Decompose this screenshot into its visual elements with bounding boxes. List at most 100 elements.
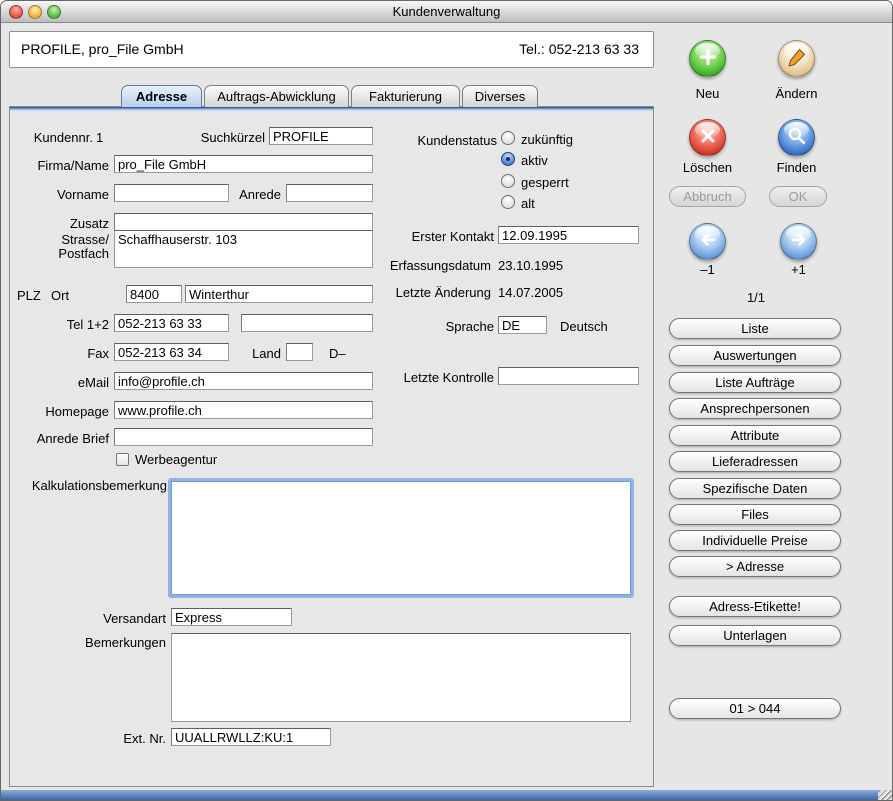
kundennr-value: 1	[96, 130, 103, 145]
zusatz-label: Zusatz	[27, 216, 109, 231]
tel1-input[interactable]	[114, 314, 229, 332]
werbeagentur-label: Werbeagentur	[135, 452, 217, 467]
land-prefix-value: D–	[329, 346, 346, 361]
range-button[interactable]: 01 > 044	[669, 698, 841, 719]
sprache-label: Sprache	[409, 319, 494, 334]
window-title: Kundenverwaltung	[393, 4, 501, 19]
anrede-input[interactable]	[286, 184, 373, 202]
close-button[interactable]	[9, 5, 23, 19]
letzte-kontrolle-label: Letzte Kontrolle	[391, 370, 494, 385]
bemerkungen-input[interactable]	[171, 633, 631, 722]
tab-diverses[interactable]: Diverses	[462, 85, 538, 107]
previous-record-button[interactable]	[689, 223, 726, 260]
aendern-label: Ändern	[766, 86, 827, 101]
abbruch-button[interactable]: Abbruch	[669, 186, 746, 207]
sidebar-button-ansprechpersonen[interactable]: Ansprechpersonen	[669, 398, 841, 419]
tel-label: Tel 1+2	[27, 317, 109, 332]
firma-input[interactable]	[114, 155, 373, 173]
vorname-label: Vorname	[27, 187, 109, 202]
werbeagentur-checkbox[interactable]	[116, 453, 129, 466]
ext-nr-input[interactable]	[171, 728, 331, 746]
sidebar-button-individuelle-preise[interactable]: Individuelle Preise	[669, 530, 841, 551]
unterlagen-button[interactable]: Unterlagen	[669, 625, 841, 646]
homepage-input[interactable]	[114, 401, 373, 419]
title-bar: Kundenverwaltung	[1, 1, 892, 23]
record-count: 1/1	[701, 290, 811, 305]
sidebar-button-spezifische-daten[interactable]: Spezifische Daten	[669, 478, 841, 499]
loeschen-label: Löschen	[677, 160, 738, 175]
strasse-label-line2: Postfach	[27, 247, 109, 261]
sidebar-button-adresse[interactable]: > Adresse	[669, 556, 841, 577]
erster-kontakt-input[interactable]	[498, 226, 639, 244]
next-label: +1	[768, 262, 829, 277]
pencil-icon	[787, 47, 807, 70]
radio-alt[interactable]	[501, 195, 515, 209]
strasse-label-line1: Strasse/	[27, 233, 109, 247]
sprache-name-value: Deutsch	[560, 319, 608, 334]
ort-input[interactable]	[185, 285, 373, 303]
aendern-button[interactable]	[778, 40, 815, 77]
radio-gesperrt-label: gesperrt	[521, 175, 569, 190]
anrede-label: Anrede	[235, 187, 281, 202]
record-phone: Tel.: 052-213 63 33	[519, 32, 639, 67]
letzte-aenderung-label: Letzte Änderung	[379, 285, 491, 300]
tab-adresse[interactable]: Adresse	[121, 85, 202, 107]
adress-etikette-button[interactable]: Adress-Etikette!	[669, 596, 841, 617]
plz-input[interactable]	[126, 285, 182, 303]
letzte-aenderung-value: 14.07.2005	[498, 285, 563, 300]
radio-zukuenftig[interactable]	[501, 131, 515, 145]
tel2-input[interactable]	[241, 314, 373, 332]
next-record-button[interactable]	[780, 223, 817, 260]
versandart-label: Versandart	[89, 611, 166, 626]
radio-gesperrt[interactable]	[501, 174, 515, 188]
x-icon	[698, 126, 718, 149]
arrow-right-icon	[789, 230, 809, 253]
sidebar-button-lieferadressen[interactable]: Lieferadressen	[669, 451, 841, 472]
kundenverwaltung-window: Kundenverwaltung PROFILE, pro_File GmbH …	[0, 0, 893, 801]
suchkuerzel-input[interactable]	[269, 127, 373, 145]
ort-label: Ort	[51, 288, 69, 303]
sidebar-button-liste-auftraege[interactable]: Liste Aufträge	[669, 372, 841, 393]
vorname-input[interactable]	[114, 184, 229, 202]
zoom-button[interactable]	[47, 5, 61, 19]
letzte-kontrolle-input[interactable]	[498, 367, 639, 385]
tab-fakturierung[interactable]: Fakturierung	[351, 85, 460, 107]
radio-zukuenftig-label: zukünftig	[521, 132, 573, 147]
arrow-left-icon	[698, 230, 718, 253]
firma-label: Firma/Name	[27, 158, 109, 173]
plz-label: PLZ	[17, 288, 41, 303]
finden-button[interactable]	[778, 119, 815, 156]
tab-auftrags-abwicklung[interactable]: Auftrags-Abwicklung	[204, 85, 349, 107]
fax-label: Fax	[27, 346, 109, 361]
neu-button[interactable]	[689, 40, 726, 77]
strasse-input[interactable]: Schaffhauserstr. 103	[114, 230, 373, 268]
loeschen-button[interactable]	[689, 119, 726, 156]
erster-kontakt-label: Erster Kontakt	[399, 229, 494, 244]
prev-label: –1	[677, 262, 738, 277]
email-label: eMail	[27, 375, 109, 390]
anrede-brief-input[interactable]	[114, 428, 373, 446]
ok-button[interactable]: OK	[769, 186, 827, 207]
minimize-button[interactable]	[28, 5, 42, 19]
versandart-input[interactable]	[171, 608, 292, 626]
kalkulationsbemerkung-label: Kalkulationsbemerkung	[25, 478, 167, 493]
sidebar-button-auswertungen[interactable]: Auswertungen	[669, 345, 841, 366]
radio-aktiv-label: aktiv	[521, 153, 548, 168]
homepage-label: Homepage	[27, 404, 109, 419]
sidebar-button-files[interactable]: Files	[669, 504, 841, 525]
panel-accent-line	[10, 107, 653, 114]
radio-aktiv[interactable]	[501, 152, 515, 166]
kalkulationsbemerkung-input[interactable]	[171, 481, 631, 595]
ext-nr-label: Ext. Nr.	[101, 731, 166, 746]
record-company: PROFILE, pro_File GmbH	[21, 32, 184, 67]
sidebar-button-liste[interactable]: Liste	[669, 318, 841, 339]
email-input[interactable]	[114, 372, 373, 390]
zusatz-input[interactable]	[114, 213, 373, 231]
sprache-input[interactable]	[498, 316, 547, 334]
resize-grip[interactable]	[878, 790, 892, 800]
fax-input[interactable]	[114, 343, 229, 361]
land-input[interactable]	[286, 343, 313, 361]
sidebar-button-attribute[interactable]: Attribute	[669, 425, 841, 446]
strasse-label: Strasse/ Postfach	[27, 233, 109, 261]
erfassungsdatum-value: 23.10.1995	[498, 258, 563, 273]
